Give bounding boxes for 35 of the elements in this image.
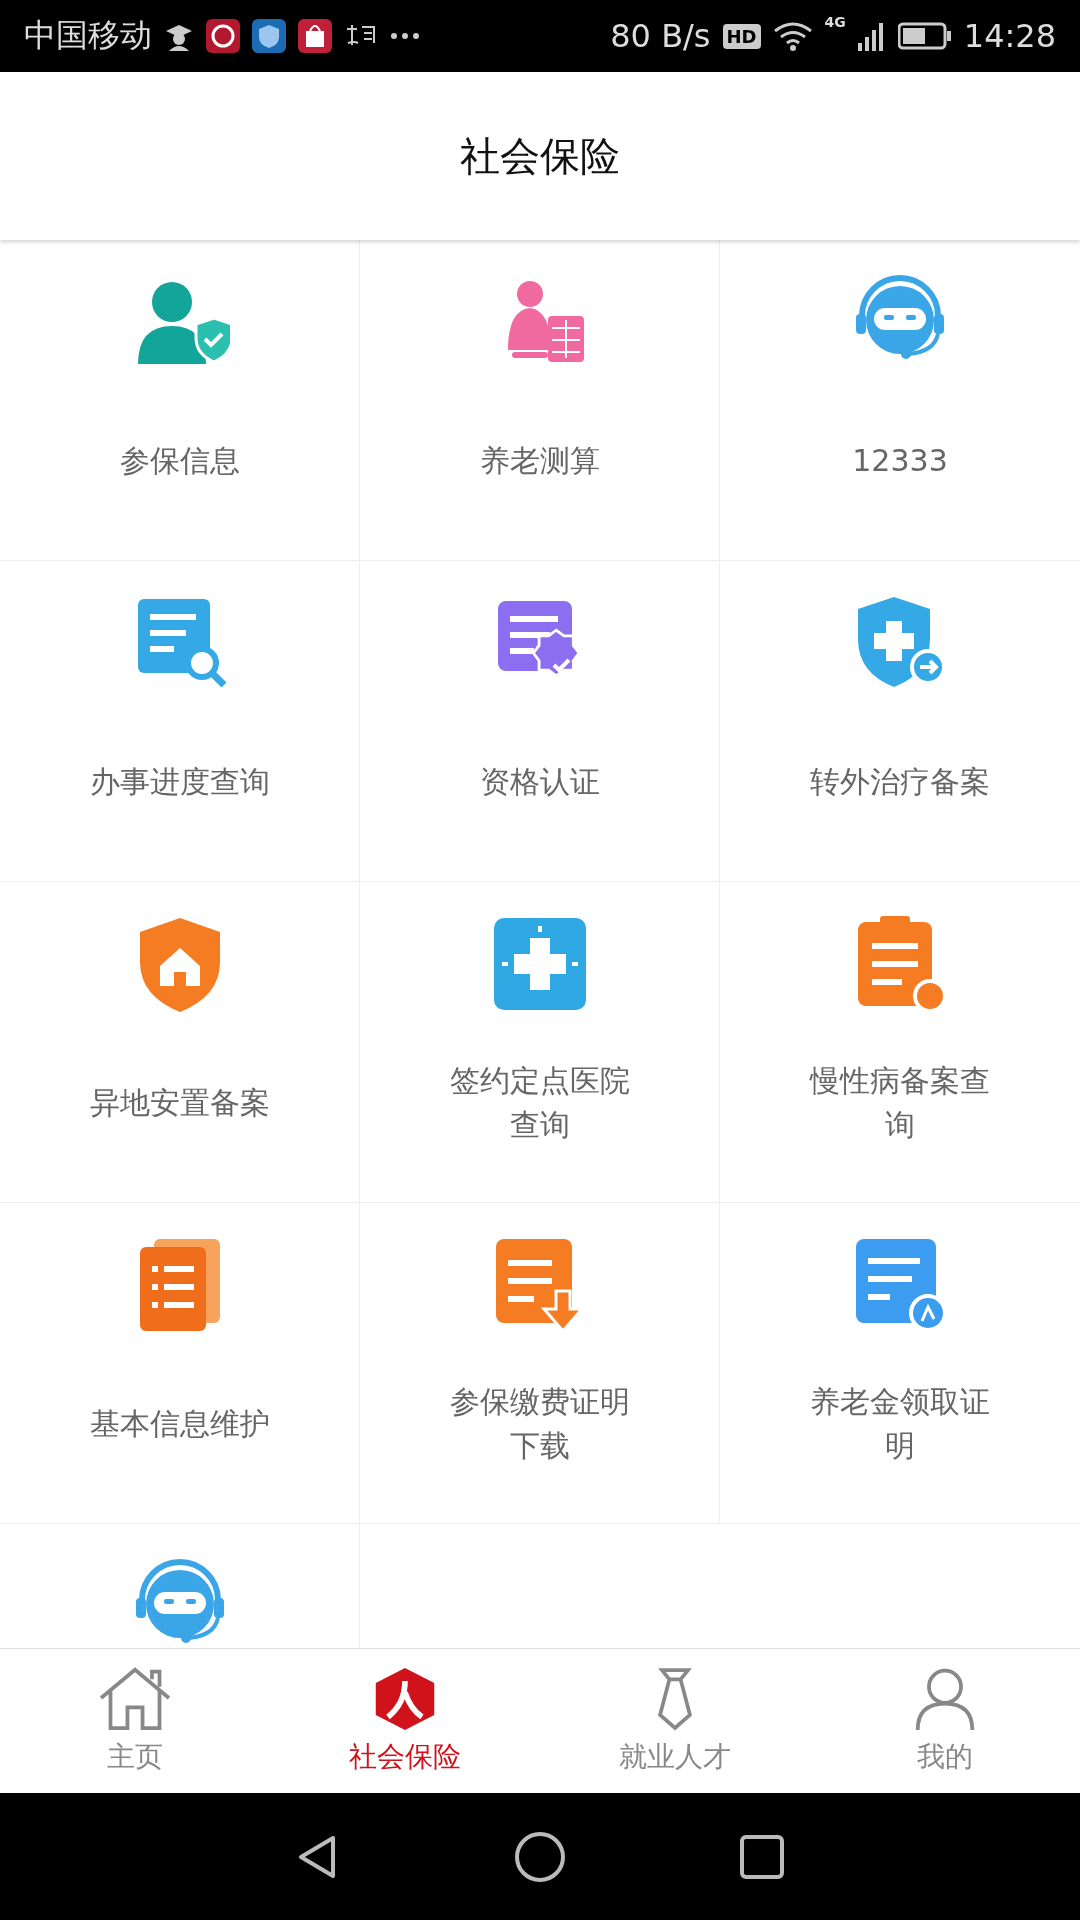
service-label: 参保信息: [118, 442, 241, 480]
shield-icon: [252, 19, 286, 53]
service-label: 异地安置备案: [88, 1084, 271, 1122]
wifi-icon: [772, 21, 813, 51]
home-icon: [97, 1666, 173, 1732]
service-tile[interactable]: 签约定点医院查询: [360, 882, 720, 1203]
clock: 14:28: [963, 17, 1056, 55]
hd-badge: HD: [722, 23, 761, 49]
service-label: 养老测算: [478, 442, 601, 480]
service-tile[interactable]: 办事进度查询: [0, 561, 360, 882]
home-button-icon[interactable]: [513, 1829, 567, 1884]
service-tile[interactable]: 参保信息: [0, 240, 360, 561]
more-icon: [390, 32, 420, 40]
service-tile[interactable]: 异地安置备案: [0, 882, 360, 1203]
service-label: 签约定点医院查询: [448, 1062, 631, 1144]
service-label: 参保缴费证明下载: [448, 1383, 631, 1465]
carrier-name: 中国移动: [24, 15, 152, 56]
service-tile[interactable]: 基本信息维护: [0, 1203, 360, 1524]
service-label: 慢性病备案查询: [808, 1062, 991, 1144]
service-label: 养老金领取证明: [809, 1383, 991, 1465]
service-label: 转外治疗备案: [809, 763, 991, 801]
shopping-bag-icon: [298, 19, 332, 53]
service-tile[interactable]: 养老测算: [360, 240, 720, 561]
service-label: 资格认证: [478, 763, 601, 801]
service-label: 基本信息维护: [88, 1405, 271, 1443]
service-tile[interactable]: 资格认证: [360, 561, 720, 882]
page-title: 社会保险: [460, 131, 620, 181]
service-tile[interactable]: 参保缴费证明下载: [360, 1203, 720, 1524]
signal-icon: [857, 21, 886, 51]
network-speed: 80 B/s: [610, 17, 711, 55]
network-type: 4G: [824, 14, 846, 30]
service-label: 办事进度查询: [88, 763, 271, 801]
battery-icon: [897, 22, 952, 50]
service-label: 12333: [851, 442, 949, 480]
app-icon: [206, 19, 240, 53]
